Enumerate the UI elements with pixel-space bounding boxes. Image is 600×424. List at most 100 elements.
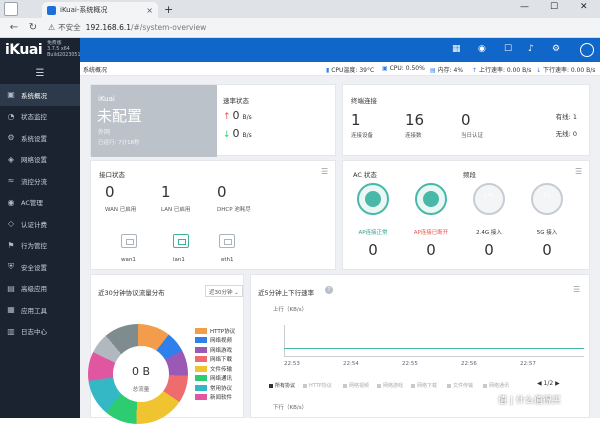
legend-item[interactable]: 新闻软件 bbox=[195, 394, 232, 401]
sidebar-item-9[interactable]: ▤ 高级应用 bbox=[0, 278, 80, 300]
ap-online-label: AP连接正常 bbox=[358, 230, 388, 236]
new-tab-icon[interactable]: + bbox=[164, 3, 173, 16]
sidebar-item-label: 网络设置 bbox=[21, 156, 47, 165]
sidebar-item-5[interactable]: ◉ AC管理 bbox=[0, 192, 80, 214]
sidebar-item-11[interactable]: ▥ 日志中心 bbox=[0, 321, 80, 343]
sidebar-item-7[interactable]: ⚑ 行为管控 bbox=[0, 235, 80, 257]
user-icon[interactable] bbox=[580, 43, 594, 57]
series-label: 网络游戏 bbox=[383, 383, 404, 389]
series-toggle[interactable]: 网络视频 bbox=[343, 382, 369, 389]
band-5g-text: 5G bbox=[543, 193, 551, 199]
legend-item[interactable]: HTTP协议 bbox=[195, 327, 235, 335]
legend-item[interactable]: 网络游戏 bbox=[195, 346, 232, 354]
connection-count-label: 连接数 bbox=[405, 133, 422, 139]
browser-tabbar: iKuai-系统概况 × + — ☐ ✕ bbox=[0, 0, 600, 18]
maximize-icon[interactable]: ☐ bbox=[550, 2, 558, 12]
download-value: 0.00 B/s bbox=[570, 67, 596, 74]
legend-item[interactable]: 网络视频 bbox=[195, 337, 232, 344]
list-icon[interactable]: ☰ bbox=[573, 285, 580, 294]
sidebar-item-8[interactable]: ⛨ 安全设置 bbox=[0, 256, 80, 278]
upload-series-line bbox=[284, 348, 584, 349]
download-speed-value: 0 bbox=[232, 127, 240, 140]
x-tick-label: 22:57 bbox=[520, 361, 536, 367]
sidebar-item-2[interactable]: ⚙ 系统设置 bbox=[0, 127, 80, 149]
url-path: /#/system-overview bbox=[131, 23, 207, 32]
connected-devices-value: 1 bbox=[351, 111, 361, 129]
wan1-port-icon[interactable] bbox=[121, 234, 137, 248]
series-toggle[interactable]: 网络下载 bbox=[411, 382, 437, 389]
legend-item[interactable]: 文件传输 bbox=[195, 365, 232, 373]
upload-axis-label: 上行（KB/s） bbox=[273, 307, 308, 313]
list-icon[interactable]: ☰ bbox=[321, 167, 328, 176]
warning-icon: ⚠ bbox=[48, 23, 56, 32]
upload-speed: ↑ 0 B/s bbox=[223, 109, 252, 122]
cpu-temp-status: ▮ CPU温度: 39°C bbox=[326, 65, 374, 74]
ap-offline-value: 0 bbox=[426, 241, 436, 259]
legend-item[interactable]: 常用协议 bbox=[195, 384, 232, 392]
back-icon[interactable]: ← bbox=[9, 22, 19, 33]
sidebar-item-4[interactable]: ≈ 流控分流 bbox=[0, 170, 80, 192]
eth1-port-icon[interactable] bbox=[219, 234, 235, 248]
legend-label: 网络下载 bbox=[210, 357, 233, 363]
uptime: 已运行: 7分18秒 bbox=[98, 140, 140, 146]
cpu-status: ▣ CPU: 0.50% bbox=[382, 65, 425, 72]
legend-pager[interactable]: ◀ 1/2 ▶ bbox=[537, 380, 560, 387]
sidebar-item-6[interactable]: ◇ 认证计费 bbox=[0, 213, 80, 235]
sidebar: iKuai 免费版 3.7.5 x64 Build202305101110 ☰ ▣… bbox=[0, 38, 96, 418]
memory-value: 4% bbox=[453, 67, 464, 74]
series-toggle[interactable]: HTTP协议 bbox=[303, 382, 332, 389]
page-indicator: 1/2 bbox=[543, 380, 554, 387]
sidebar-item-0[interactable]: ▣ 系统概况 bbox=[0, 84, 80, 106]
grid-icon[interactable]: ▦ bbox=[452, 44, 461, 54]
refresh-icon[interactable]: ↻ bbox=[28, 22, 38, 33]
settings-icon[interactable]: ⚙ bbox=[552, 44, 560, 54]
menu-toggle-icon[interactable]: ☰ bbox=[0, 62, 80, 84]
list-icon[interactable]: ☰ bbox=[575, 167, 582, 176]
close-tab-icon[interactable]: × bbox=[146, 6, 153, 15]
sidebar-item-label: 高级应用 bbox=[21, 285, 47, 294]
close-window-icon[interactable]: ✕ bbox=[580, 2, 588, 12]
sidebar-item-1[interactable]: ◔ 状态监控 bbox=[0, 106, 80, 128]
bookmark-icon[interactable]: ☐ bbox=[504, 44, 512, 54]
series-toggle[interactable]: 网络游戏 bbox=[377, 382, 403, 389]
next-icon[interactable]: ▶ bbox=[553, 380, 560, 387]
ap-online-value: 0 bbox=[368, 241, 378, 259]
legend-item[interactable]: 网络通讯 bbox=[195, 375, 232, 382]
chevron-down-icon: ⌄ bbox=[234, 290, 239, 296]
wifi-5g-icon: 5G bbox=[531, 183, 563, 215]
legend-swatch bbox=[195, 346, 207, 353]
sidebar-item-3[interactable]: ◈ 网络设置 bbox=[0, 149, 80, 171]
wifi-icon[interactable]: ◉ bbox=[478, 44, 486, 54]
series-toggle[interactable]: 文件传输 bbox=[447, 382, 473, 389]
sidebar-item-icon: ▤ bbox=[7, 283, 15, 293]
content-area: iKuai 未配置 外网 已运行: 7分18秒 速率状态 ↑ 0 B/s ↓ 0 B/s… bbox=[80, 76, 600, 424]
legend-swatch bbox=[195, 394, 207, 400]
browser-tab[interactable]: iKuai-系统概况 × bbox=[42, 2, 158, 18]
system-name: iKuai bbox=[98, 95, 115, 103]
bell-icon[interactable]: ♪ bbox=[528, 44, 534, 54]
band-5g-label: 5G 接入 bbox=[536, 230, 558, 236]
upload-status: ↑ 上行速率: 0.00 B/s bbox=[472, 65, 531, 74]
series-toggle[interactable]: 网络通讯 bbox=[483, 382, 509, 389]
minimize-icon[interactable]: — bbox=[520, 2, 529, 12]
sidebar-item-10[interactable]: ▦ 应用工具 bbox=[0, 299, 80, 321]
edition-label: 免费版 bbox=[47, 41, 62, 46]
legend-item[interactable]: 网络下载 bbox=[195, 356, 232, 363]
wireless-count: 无线: 0 bbox=[555, 130, 577, 138]
sidebar-item-label: 安全设置 bbox=[21, 263, 47, 272]
series-swatch bbox=[447, 383, 451, 388]
series-toggle[interactable]: 所有协议 bbox=[269, 382, 295, 389]
sidebar-item-icon: ◔ bbox=[7, 111, 15, 121]
legend-swatch bbox=[195, 384, 207, 391]
lan1-port-icon[interactable] bbox=[173, 234, 189, 248]
system-card: iKuai 未配置 外网 已运行: 7分18秒 速率状态 ↑ 0 B/s ↓ 0 B/s bbox=[90, 84, 336, 157]
help-icon[interactable]: ? bbox=[325, 286, 333, 294]
time-range-select[interactable]: 近30分钟 ⌄ bbox=[205, 285, 243, 297]
url-bar[interactable]: ⚠ 不安全 192.168.6.1 /#/system-overview bbox=[48, 21, 278, 35]
browser-menu-icon[interactable] bbox=[4, 2, 18, 16]
wifi-24g-icon: 2.4G bbox=[473, 183, 505, 215]
series-label: 所有协议 bbox=[275, 383, 296, 389]
watermark: 值 | 什么值得买 bbox=[498, 396, 561, 406]
speed-title: 速率状态 bbox=[223, 97, 249, 105]
ap-offline-icon bbox=[415, 183, 447, 215]
